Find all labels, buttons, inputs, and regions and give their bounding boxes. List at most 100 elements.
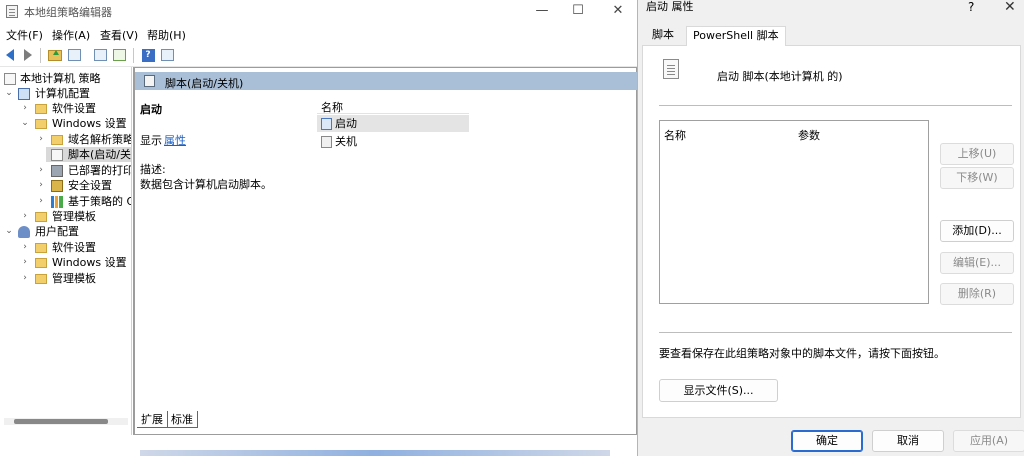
chevron-right-icon[interactable]: ›: [20, 255, 30, 270]
column-parameters[interactable]: 参数: [798, 127, 820, 143]
forward-arrow-icon[interactable]: [20, 47, 36, 63]
policy-doc-icon: [4, 73, 16, 85]
tree-item-scripts[interactable]: 脚本(启动/关: [46, 147, 131, 162]
tree-item-software-settings[interactable]: › 软件设置: [0, 101, 131, 116]
folder-icon: [35, 274, 47, 284]
dialog-close-button[interactable]: ✕: [1004, 0, 1016, 15]
folder-icon: [35, 258, 47, 268]
menu-action[interactable]: 操作(A): [52, 27, 90, 43]
computer-icon: [18, 88, 30, 100]
column-name[interactable]: 名称: [664, 127, 686, 143]
toolbar-separator: [40, 48, 41, 63]
security-icon: [51, 180, 63, 192]
help-button[interactable]: ?: [968, 0, 974, 14]
tree-label: 管理模板: [52, 210, 96, 223]
divider: [659, 105, 1012, 106]
scrollbar-thumb[interactable]: [14, 419, 108, 424]
menu-view[interactable]: 查看(V): [100, 27, 138, 43]
folder-up-icon[interactable]: [47, 47, 63, 63]
chevron-right-icon[interactable]: ›: [20, 209, 30, 224]
tree-item-user-config[interactable]: ⌄ 用户配置: [0, 224, 131, 239]
add-button[interactable]: 添加(D)...: [940, 220, 1014, 242]
view-tabs: 扩展 标准: [133, 411, 637, 431]
list-item-startup[interactable]: 启动: [317, 115, 469, 132]
folder-icon: [51, 135, 63, 145]
menu-bar: 文件(F) 操作(A) 查看(V) 帮助(H): [0, 24, 637, 43]
close-button[interactable]: ✕: [598, 0, 638, 24]
show-files-hint: 要查看保存在此组策略对象中的脚本文件，请按下面按钮。: [659, 347, 945, 360]
chevron-down-icon[interactable]: ⌄: [20, 116, 30, 131]
chevron-right-icon[interactable]: ›: [20, 101, 30, 116]
edit-button[interactable]: 编辑(E)...: [940, 252, 1014, 274]
printer-icon: [51, 165, 63, 177]
scripts-heading: 启动 脚本(本地计算机 的): [717, 70, 843, 83]
tree-label: 本地计算机 策略: [20, 72, 101, 85]
tree-label: 管理模板: [52, 272, 96, 285]
tab-standard[interactable]: 标准: [167, 411, 198, 428]
apply-button[interactable]: 应用(A): [953, 430, 1024, 452]
menu-file[interactable]: 文件(F): [6, 27, 43, 43]
chevron-right-icon[interactable]: ›: [20, 271, 30, 286]
tree-item-user-windows[interactable]: › Windows 设置: [0, 255, 131, 270]
tree-item-root[interactable]: 本地计算机 策略: [0, 71, 131, 86]
tree-label: Windows 设置: [52, 256, 127, 269]
tree-label: 软件设置: [52, 241, 96, 254]
chevron-right-icon[interactable]: ›: [36, 163, 46, 178]
toolbar: ?: [0, 43, 637, 67]
chevron-right-icon[interactable]: ›: [36, 132, 46, 147]
tree-horizontal-scrollbar[interactable]: [4, 418, 128, 425]
tree-item-user-software[interactable]: › 软件设置: [0, 240, 131, 255]
chevron-right-icon[interactable]: ›: [20, 240, 30, 255]
ok-button[interactable]: 确定: [791, 430, 863, 452]
bar-chart-icon: [51, 196, 63, 208]
export-list-icon[interactable]: [111, 47, 127, 63]
tree-item-admin-templates[interactable]: › 管理模板: [0, 209, 131, 224]
cancel-button[interactable]: 取消: [872, 430, 944, 452]
tree-item-qos[interactable]: › 基于策略的 Q: [0, 194, 132, 209]
chevron-right-icon[interactable]: ›: [36, 194, 46, 209]
tree-label: 基于策略的 Q: [68, 195, 132, 208]
tree-item-computer-config[interactable]: ⌄ 计算机配置: [0, 86, 131, 101]
details-pane: 脚本(启动/关机) 启动 显示 属性 描述: 数据包含计算机启动脚本。 名称 启…: [133, 67, 639, 435]
startup-properties-dialog: 启动 属性 ? ✕ 脚本 PowerShell 脚本 启动 脚本(本地计算机 的…: [637, 0, 1024, 456]
move-up-button[interactable]: 上移(U): [940, 143, 1014, 165]
tree-item-security[interactable]: › 安全设置: [0, 178, 131, 193]
script-icon: [321, 136, 332, 148]
minimize-button[interactable]: —: [522, 0, 562, 24]
tab-scripts[interactable]: 脚本: [646, 26, 680, 46]
chevron-down-icon[interactable]: ⌄: [4, 224, 14, 239]
list-item-shutdown[interactable]: 关机: [317, 133, 469, 150]
tree-item-windows-settings[interactable]: ⌄ Windows 设置: [0, 116, 131, 131]
divider: [659, 332, 1012, 333]
tree-item-printers[interactable]: › 已部署的打印: [0, 163, 131, 178]
toolbar-separator: [133, 48, 134, 63]
back-arrow-icon[interactable]: [2, 47, 18, 63]
properties-link[interactable]: 属性: [164, 132, 186, 148]
tree-label: 域名解析策略: [68, 133, 132, 146]
gpedit-app-icon: [6, 5, 18, 18]
tree-label: 用户配置: [35, 225, 79, 238]
show-hide-tree-icon[interactable]: [66, 47, 82, 63]
view-icon[interactable]: [159, 47, 175, 63]
extended-title: 启动: [140, 103, 162, 116]
move-down-button[interactable]: 下移(W): [940, 167, 1014, 189]
chevron-right-icon[interactable]: ›: [36, 178, 46, 193]
properties-icon[interactable]: [92, 47, 108, 63]
maximize-button[interactable]: ☐: [558, 0, 598, 24]
dialog-body: 启动 脚本(本地计算机 的) 名称 参数 上移(U) 下移(W) 添加(D)..…: [642, 46, 1021, 418]
help-icon[interactable]: ?: [140, 47, 156, 63]
tab-extended[interactable]: 扩展: [137, 411, 168, 428]
tab-powershell-scripts[interactable]: PowerShell 脚本: [686, 26, 786, 46]
tree-item-user-admin[interactable]: › 管理模板: [0, 271, 131, 286]
tree-item-name-resolution[interactable]: › 域名解析策略: [0, 132, 132, 147]
column-header-name[interactable]: 名称: [317, 95, 469, 114]
tree-label: 计算机配置: [35, 87, 90, 100]
chevron-down-icon[interactable]: ⌄: [4, 86, 14, 101]
list-item-label: 关机: [335, 135, 357, 148]
remove-button[interactable]: 删除(R): [940, 283, 1014, 305]
scripts-list[interactable]: 名称 参数: [659, 120, 929, 304]
show-files-button[interactable]: 显示文件(S)...: [659, 379, 778, 402]
script-icon: [321, 118, 332, 130]
dialog-title: 启动 属性: [646, 0, 694, 13]
menu-help[interactable]: 帮助(H): [147, 27, 186, 43]
